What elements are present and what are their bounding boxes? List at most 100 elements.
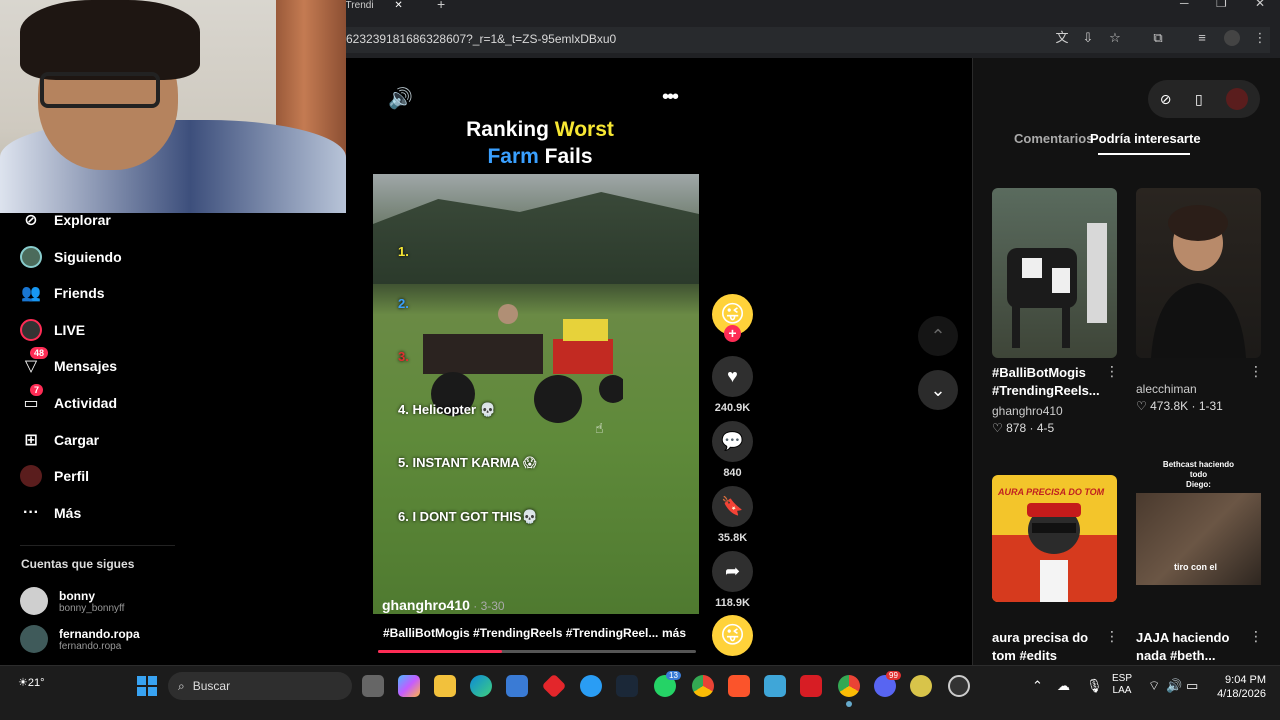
account-name: bonny <box>59 588 95 603</box>
whatsapp-icon[interactable]: 13 <box>654 671 681 697</box>
discord-icon[interactable]: 99 <box>874 671 901 697</box>
profile-icon <box>20 465 42 487</box>
sidebar-item-mensajes[interactable]: ▽ 48 Mensajes <box>20 347 117 381</box>
recommended-video-thumbnail[interactable]: AURA PRECISA DO TOM <box>992 475 1117 602</box>
weather-widget[interactable]: ☀21° <box>18 676 45 689</box>
video-player[interactable]: 1. 2. 3. 4. Helicopter 💀 5. INSTANT KARM… <box>373 174 699 614</box>
card-more-icon[interactable]: ⋮ <box>1105 363 1119 380</box>
chrome-active-icon[interactable] <box>838 675 860 697</box>
close-window-icon[interactable]: ✕ <box>1255 0 1265 10</box>
follow-plus-button[interactable]: + <box>724 325 741 342</box>
account-handle: fernando.ropa <box>59 640 122 652</box>
friends-icon: 👥 <box>21 285 41 302</box>
tray-chevron-up-icon[interactable]: ⌃ <box>1032 678 1043 694</box>
sidebar-item-mas[interactable]: ··· Más <box>20 498 81 528</box>
video-author[interactable]: ghanghro410 · 3-30 <box>382 597 505 613</box>
file-explorer-icon[interactable] <box>434 675 456 697</box>
user-avatar[interactable] <box>1226 88 1249 110</box>
sidebar-item-label: LIVE <box>54 322 86 338</box>
followed-account[interactable]: fernando.ropa fernando.ropa <box>20 625 140 653</box>
steam-icon[interactable] <box>616 675 638 697</box>
brave-icon[interactable] <box>728 675 750 697</box>
app-red-icon[interactable] <box>800 675 822 697</box>
tab-comments[interactable]: Comentarios <box>1014 131 1093 146</box>
recommended-video-title[interactable]: JAJA haciendo nada #beth... <box>1136 629 1246 665</box>
translate-icon[interactable]: 文 <box>1054 30 1070 46</box>
sidebar-item-cargar[interactable]: ⊞ Cargar <box>20 425 99 455</box>
like-button[interactable]: ♥ <box>712 356 753 397</box>
store-icon[interactable] <box>506 675 528 697</box>
recommended-video-thumbnail[interactable] <box>1136 188 1261 358</box>
recommended-video-title[interactable]: aura precisa do tom #edits #aura... <box>992 629 1102 665</box>
edge-icon[interactable] <box>470 675 492 697</box>
temperature: 21° <box>27 677 45 689</box>
phone-icon[interactable]: ▯ <box>1195 91 1203 108</box>
caption-more-link[interactable]: más <box>662 626 686 640</box>
share-count: 118.9K <box>715 597 750 609</box>
recommended-video-thumbnail[interactable]: Bethcast haciendo todo Diego: tiro con e… <box>1136 458 1261 588</box>
ranking-item: 6. I DONT GOT THIS💀 <box>398 509 538 524</box>
chrome-menu-icon[interactable]: ⋮ <box>1252 30 1268 46</box>
webcam-person-glasses <box>40 72 160 108</box>
sidebar-item-friends[interactable]: 👥 Friends <box>20 278 105 308</box>
wifi-icon[interactable]: ⌔ <box>1148 678 1160 694</box>
app-record-icon[interactable] <box>948 675 970 697</box>
followed-account[interactable]: bonny bonny_bonnyff <box>20 587 124 615</box>
battery-icon[interactable]: ▭ <box>1186 678 1198 694</box>
extensions-icon[interactable]: ⧉ <box>1150 30 1166 46</box>
share-button[interactable]: ➦ <box>712 551 753 592</box>
recommended-video-thumbnail[interactable] <box>992 188 1117 358</box>
chrome-icon[interactable] <box>692 675 714 697</box>
avatar <box>20 587 48 615</box>
save-button[interactable]: 🔖 <box>712 486 753 527</box>
sidebar-item-live[interactable]: LIVE <box>20 315 85 345</box>
sidebar-item-actividad[interactable]: ▭ 7 Actividad <box>20 384 117 418</box>
system-clock[interactable]: 9:04 PM 4/18/2026 <box>1214 673 1266 701</box>
install-icon[interactable]: ⇩ <box>1080 30 1096 46</box>
profile-avatar[interactable] <box>1224 30 1240 46</box>
recommended-video-author[interactable]: ghanghro410 <box>992 404 1063 418</box>
sidebar-item-perfil[interactable]: Perfil <box>20 461 89 491</box>
like-count: 473.8K <box>1150 399 1189 413</box>
speaker-icon[interactable]: 🔊 <box>1166 678 1182 694</box>
video-mountain <box>373 192 699 284</box>
bookmark-star-icon[interactable]: ☆ <box>1107 30 1123 46</box>
microphone-icon[interactable]: 🎙 <box>1086 678 1103 694</box>
ranking-item: 2. <box>398 296 409 311</box>
video-title-overlay: Ranking Worst Farm Fails <box>440 116 640 170</box>
sidebar-item-label: Cargar <box>54 432 100 448</box>
notepad-icon[interactable] <box>764 675 786 697</box>
sidebar-item-label: Friends <box>54 285 105 301</box>
tab-close-icon[interactable]: ✕ <box>394 0 402 11</box>
task-view-icon[interactable] <box>362 675 384 697</box>
sidebar-item-siguiendo[interactable]: Siguiendo <box>20 242 122 272</box>
recommended-video-title[interactable]: #BalliBotMogis #TrendingReels... <box>992 364 1102 400</box>
card-more-icon[interactable]: ⋮ <box>1249 363 1263 380</box>
taskbar-search[interactable]: ⌕ Buscar <box>168 672 352 700</box>
comment-button[interactable]: 💬 <box>712 421 753 462</box>
onedrive-icon[interactable]: ☁ <box>1057 678 1070 694</box>
previous-video-button[interactable]: ⌃ <box>918 316 958 356</box>
sidebar-item-label: Más <box>54 505 82 521</box>
save-count: 35.8K <box>717 532 748 544</box>
browser-tab[interactable]: #Trendi ✕ <box>340 0 426 12</box>
app-blue-icon[interactable] <box>580 675 602 697</box>
app-yellow-icon[interactable] <box>910 675 932 697</box>
card-more-icon[interactable]: ⋮ <box>1249 628 1263 645</box>
tab-you-may-like[interactable]: Podría interesarte <box>1090 131 1201 146</box>
new-tab-button[interactable]: + <box>437 0 445 12</box>
start-button[interactable] <box>137 676 157 696</box>
volume-icon[interactable]: 🔊 <box>388 86 413 111</box>
recommended-video-author[interactable]: alecchiman <box>1136 382 1197 396</box>
language-indicator[interactable]: ESP LAA <box>1112 673 1132 697</box>
next-video-button[interactable]: ⌄ <box>918 370 958 410</box>
media-icon[interactable]: ≡ <box>1194 30 1210 46</box>
sidebar-item-explorar[interactable]: ⊘ Explorar <box>20 205 111 235</box>
card-more-icon[interactable]: ⋮ <box>1105 628 1119 645</box>
copilot-icon[interactable] <box>398 675 420 697</box>
compass-icon[interactable]: ⊘ <box>1160 91 1172 108</box>
video-more-options-icon[interactable]: ••• <box>662 86 679 109</box>
sound-avatar[interactable]: 😜 <box>712 615 753 656</box>
minimize-icon[interactable]: ─ <box>1180 0 1189 10</box>
restore-icon[interactable]: ❐ <box>1216 0 1227 10</box>
